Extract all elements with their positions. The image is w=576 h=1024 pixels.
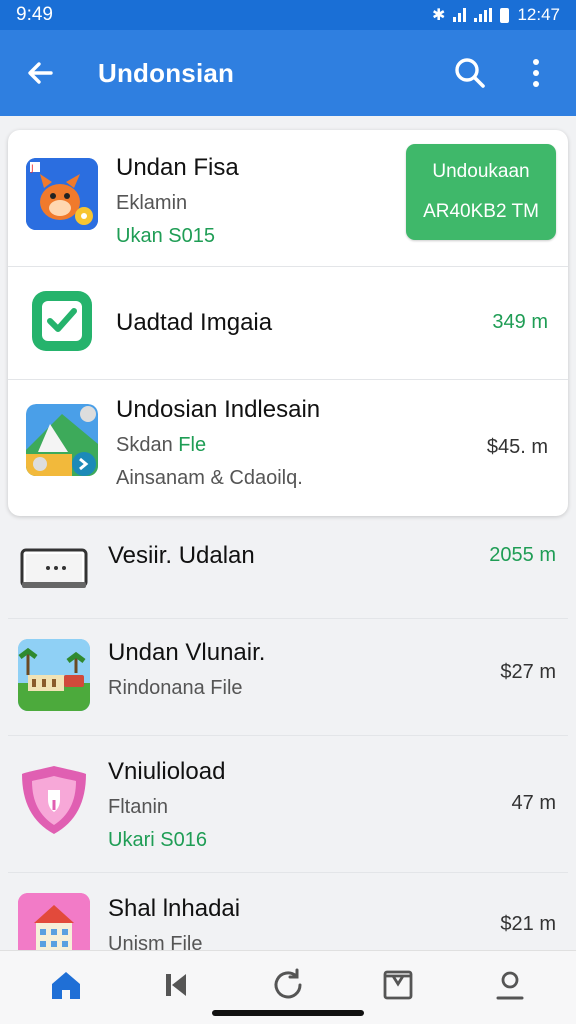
item-title: Uadtad Imgaia	[116, 309, 273, 336]
list-item[interactable]: Vniulioload Fltanin Ukari S016 47 m	[0, 736, 576, 872]
page-title: Undonsian	[98, 57, 235, 88]
app-icon-fox: J	[26, 158, 98, 230]
svg-text:J: J	[30, 164, 34, 174]
bluetooth-icon: ✱	[432, 7, 446, 24]
battery-icon	[500, 7, 510, 23]
status-clock: 12:47	[517, 5, 560, 24]
item-subtitle: Rindonana File	[108, 677, 243, 699]
list-item[interactable]: Undosian Indlesain Skdan Fle Ainsanam & …	[8, 380, 568, 516]
status-time: 9:49	[16, 4, 53, 25]
media-icon[interactable]	[157, 965, 197, 1005]
maps-app-icon	[26, 404, 98, 476]
item-subtitle: Eklamin	[116, 192, 188, 214]
arrow-left-icon[interactable]	[22, 55, 58, 91]
item-subtitle: Skdan Fle	[116, 434, 320, 457]
status-bar: 9:49 ✱ 12:47	[0, 0, 576, 30]
item-title: Vesiir. Udalan	[108, 542, 255, 569]
list-item[interactable]: Undan Vlunair. Rindonana File $27 m	[0, 619, 576, 735]
building-app-icon	[18, 893, 90, 950]
item-size: 2055 m	[489, 544, 556, 566]
signal-icon	[453, 8, 467, 22]
download-button[interactable]: Undoukaan AR40KB2 TM	[406, 144, 556, 240]
list-item[interactable]: J Undan Fisa Eklamin Ukan S015 Undoukaan…	[8, 130, 568, 266]
item-subtitle-prefix: Skdan	[116, 434, 173, 456]
item-text: Vniulioload Fltanin Ukari S016	[108, 758, 225, 852]
status-icons: ✱ 12:47	[432, 5, 560, 25]
search-icon[interactable]	[452, 55, 488, 91]
download-button-size: AR40KB2 TM	[423, 201, 539, 222]
shield-icon	[18, 764, 90, 836]
item-subtitle: Unism File	[108, 933, 203, 950]
checkbox-app-icon	[26, 285, 98, 357]
files-icon[interactable]	[378, 965, 418, 1005]
home-icon[interactable]	[46, 965, 86, 1005]
item-meta: Ukari S016	[108, 829, 207, 851]
item-title: Shal lnhadai	[108, 895, 241, 922]
item-title: Undan Fisa	[116, 154, 239, 181]
item-meta: Ukan S015	[116, 225, 215, 247]
item-text: Shal lnhadai Unism File	[108, 895, 240, 950]
item-subtitle: Fltanin	[108, 796, 169, 818]
home-indicator[interactable]	[212, 1010, 364, 1016]
refresh-icon[interactable]	[268, 965, 308, 1005]
wifi-signal-icon	[474, 8, 493, 22]
item-size: 47 m	[511, 792, 556, 814]
item-size: 349 m	[492, 311, 548, 333]
list-item[interactable]: Shal lnhadai Unism File $21 m	[0, 873, 576, 950]
item-text: Undan Vlunair. Rindonana File	[108, 639, 265, 700]
app-bar: Undonsian	[0, 30, 576, 116]
item-description: Ainsanam & Cdaoilq.	[116, 467, 303, 489]
list-item[interactable]: Vesiir. Udalan 2055 m	[0, 512, 576, 618]
item-subtitle-type: Fle	[178, 434, 207, 456]
item-text: Uadtad Imgaia	[116, 309, 272, 337]
item-text: Vesiir. Udalan	[108, 542, 255, 570]
item-title: Vniulioload	[108, 758, 226, 785]
item-title: Undan Vlunair.	[108, 639, 266, 666]
downloads-card: J Undan Fisa Eklamin Ukan S015 Undoukaan…	[8, 130, 568, 516]
item-title: Undosian Indlesain	[116, 396, 321, 423]
download-button-label: Undoukaan	[432, 161, 530, 182]
item-size: $45. m	[486, 436, 548, 458]
device-icon	[18, 530, 90, 602]
list-item[interactable]: Uadtad Imgaia 349 m	[8, 267, 568, 379]
item-text: Undan Fisa Eklamin Ukan S015	[116, 154, 239, 248]
landscape-app-icon	[18, 639, 90, 711]
content-area: J Undan Fisa Eklamin Ukan S015 Undoukaan…	[0, 116, 576, 950]
profile-icon[interactable]	[490, 965, 530, 1005]
item-text: Undosian Indlesain Skdan Fle Ainsanam & …	[116, 396, 320, 490]
item-size: $27 m	[500, 661, 556, 683]
item-size: $21 m	[500, 913, 556, 935]
more-vert-icon[interactable]	[518, 55, 554, 91]
